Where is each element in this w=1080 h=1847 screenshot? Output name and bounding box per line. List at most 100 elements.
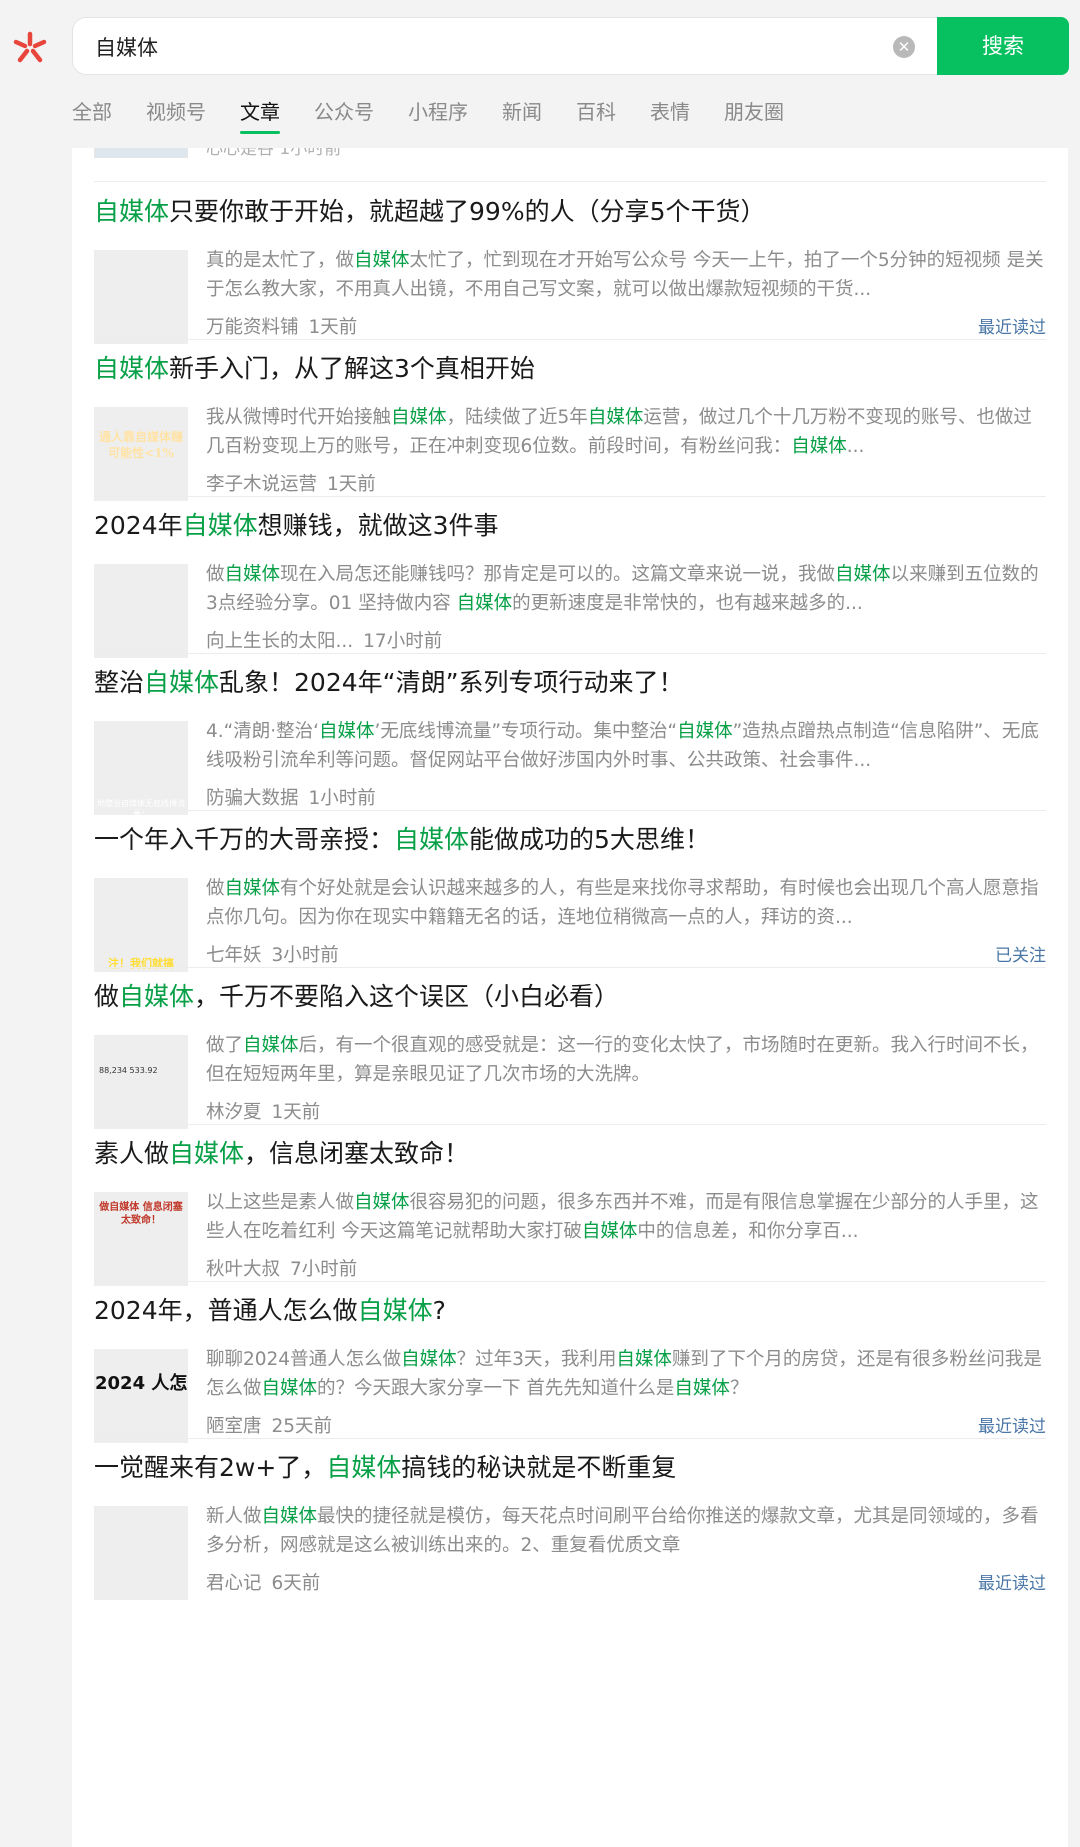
thumbnail-caption: 2024 人怎么做自 [95, 1373, 188, 1394]
keyword-highlight: 自媒体 [94, 197, 170, 226]
text-segment: ？过年3天，我利用 [456, 1349, 617, 1370]
tab-0[interactable]: 全部 [72, 98, 112, 142]
clear-icon[interactable]: ✕ [893, 36, 915, 58]
tab-2[interactable]: 文章 [240, 98, 280, 142]
keyword-highlight: 自媒体 [616, 1349, 672, 1370]
keyword-highlight: 自媒体 [243, 1035, 299, 1056]
tab-4[interactable]: 小程序 [408, 98, 468, 142]
text-segment: 一觉醒来有2w+了， [94, 1453, 327, 1482]
result-thumbnail[interactable] [94, 564, 188, 658]
result-source[interactable]: 七年妖 [206, 945, 262, 966]
result-title[interactable]: 一个年入千万的大哥亲授：自媒体能做成功的5大思维！ [94, 822, 710, 858]
keyword-highlight: 自媒体 [791, 436, 847, 457]
result-thumbnail[interactable] [94, 1506, 188, 1600]
text-segment: 能做成功的5大思维！ [469, 825, 710, 854]
result-tag[interactable]: 最近读过 [978, 1413, 1046, 1441]
tab-5[interactable]: 新闻 [502, 98, 542, 142]
thumbnail-caption: 通人靠自媒体赚 可能性<1% [98, 430, 183, 460]
keyword-highlight: 自媒体 [587, 407, 644, 428]
tab-7[interactable]: 表情 [650, 98, 690, 142]
text-segment: 一个年入千万的大哥亲授： [94, 825, 395, 854]
result-source[interactable]: 向上生长的太阳... [206, 631, 353, 652]
text-segment: ，千万不要陷入这个误区（小白必看） [194, 982, 620, 1011]
text-segment: 搞钱的秘诀就是不断重复 [401, 1453, 677, 1482]
result-time: 6天前 [271, 1573, 321, 1594]
result-title[interactable]: 2024年，普通人怎么做自媒体? [94, 1293, 446, 1329]
search-button[interactable]: 搜索 [937, 17, 1069, 75]
text-segment: 素人做 [94, 1139, 170, 1168]
result-source[interactable]: 君心记 [206, 1573, 262, 1594]
tab-3[interactable]: 公众号 [314, 98, 374, 142]
result-thumbnail[interactable] [94, 148, 188, 158]
result-snippet: 真的是太忙了，做自媒体太忙了，忙到现在才开始写公众号 今天一上午，拍了一个5分钟… [206, 246, 1046, 304]
result-meta: 七年妖 3小时前 [206, 942, 339, 970]
result-title[interactable]: 做自媒体，千万不要陷入这个误区（小白必看） [94, 979, 619, 1015]
result-title[interactable]: 自媒体新手入门，从了解这3个真相开始 [94, 351, 535, 387]
text-segment: 做 [94, 982, 120, 1011]
result-title[interactable]: 自媒体只要你敢于开始，就超越了99%的人（分享5个干货） [94, 194, 766, 230]
result-tag[interactable]: 最近读过 [978, 1570, 1046, 1598]
wechat-search-logo-icon[interactable] [10, 28, 50, 68]
result-source[interactable]: 秋叶大叔 [206, 1259, 280, 1280]
keyword-highlight: 自媒体 [119, 982, 195, 1011]
tab-8[interactable]: 朋友圈 [724, 98, 784, 142]
keyword-highlight: 自媒体 [261, 1378, 318, 1399]
text-segment: 新手入门，从了解这3个真相开始 [169, 354, 535, 383]
result-thumbnail[interactable]: 88,234 533.92 [94, 1035, 188, 1129]
keyword-highlight: 自媒体 [169, 1139, 245, 1168]
text-segment: ？ [729, 1378, 749, 1399]
result-thumbnail[interactable]: 地整治自媒体无底线博流量！ [94, 721, 188, 815]
keyword-highlight: 自媒体 [354, 250, 410, 271]
result-thumbnail[interactable] [94, 250, 188, 344]
result-thumbnail[interactable]: 通人靠自媒体赚 可能性<1% [94, 407, 188, 501]
text-segment: 有个好处就是会认识越来越多的人，有些是来找你寻求帮助，有时候也会出现几个高人愿意… [206, 878, 1039, 928]
result-title[interactable]: 2024年自媒体想赚钱，就做这3件事 [94, 508, 499, 544]
result-time: 1天前 [308, 317, 358, 338]
keyword-highlight: 自媒体 [674, 1378, 730, 1399]
keyword-highlight: 自媒体 [224, 878, 281, 899]
search-header: ✕ 搜索 全部视频号文章公众号小程序新闻百科表情朋友圈 [0, 0, 1080, 148]
result-thumbnail[interactable]: 做自媒体 信息闭塞太致命！ [94, 1192, 188, 1286]
keyword-highlight: 自媒体 [401, 1349, 457, 1370]
tab-1[interactable]: 视频号 [146, 98, 206, 142]
text-segment: 整治 [94, 668, 145, 697]
result-meta: 向上生长的太阳... 17小时前 [206, 628, 442, 656]
tab-6[interactable]: 百科 [576, 98, 616, 142]
result-meta: 君心记 6天前 [206, 1570, 320, 1598]
keyword-highlight: 自媒体 [357, 1296, 433, 1325]
text-segment: 聊聊2024普通人怎么做 [206, 1349, 402, 1370]
result-snippet: 4.“清朗·整治‘自媒体’无底线博流量”专项行动。集中整治“自媒体”造热点蹭热点… [206, 717, 1046, 775]
keyword-highlight: 自媒体 [835, 564, 891, 585]
result-time: 1小时前 [308, 788, 376, 809]
result-thumbnail[interactable]: 注！我们就搞 [94, 878, 188, 972]
text-segment: 真的是太忙了，做 [206, 250, 355, 271]
result-item[interactable]: 一觉醒来有2w+了，自媒体搞钱的秘诀就是不断重复 新人做自媒体最快的捷径就是模仿，… [94, 1438, 1046, 1623]
text-segment: 的更新速度是非常快的，也有越来越多的... [512, 593, 863, 614]
keyword-highlight: 自媒体 [677, 721, 733, 742]
text-segment: ，陆续做了近5年 [446, 407, 588, 428]
keyword-highlight: 自媒体 [94, 354, 170, 383]
result-snippet: 我从微博时代开始接触自媒体，陆续做了近5年自媒体运营，做过几个十几万粉不变现的账… [206, 403, 1046, 461]
thumbnail-caption: 注！我们就搞 [108, 957, 174, 970]
result-source[interactable]: 防骗大数据 [206, 788, 299, 809]
result-title[interactable]: 一觉醒来有2w+了，自媒体搞钱的秘诀就是不断重复 [94, 1450, 676, 1486]
keyword-highlight: 自媒体 [261, 1506, 318, 1527]
result-meta: 陋室唐 25天前 [206, 1413, 332, 1441]
thumbnail-caption: 地整治自媒体无底线博流量！ [97, 799, 185, 815]
text-segment: 想赚钱，就做这3件事 [257, 511, 499, 540]
search-input[interactable] [95, 32, 875, 62]
result-time: 25天前 [271, 1416, 333, 1437]
result-source[interactable]: 林汐夏 [206, 1102, 262, 1123]
result-source[interactable]: 李子木说运营 [206, 474, 317, 495]
result-title[interactable]: 素人做自媒体，信息闭塞太致命！ [94, 1136, 469, 1172]
keyword-highlight: 自媒体 [391, 407, 447, 428]
result-source[interactable]: 万能资料铺 [206, 317, 299, 338]
result-tag[interactable]: 已关注 [995, 942, 1046, 970]
result-meta: 万能资料铺 1天前 [206, 314, 357, 342]
result-source[interactable]: 陋室唐 [206, 1416, 262, 1437]
result-snippet: 做自媒体有个好处就是会认识越来越多的人，有些是来找你寻求帮助，有时候也会出现几个… [206, 874, 1046, 932]
result-tag[interactable]: 最近读过 [978, 314, 1046, 342]
result-snippet: 以上这些是素人做自媒体很容易犯的问题，很多东西并不难，而是有限信息掌握在少部分的… [206, 1188, 1046, 1246]
result-thumbnail[interactable]: 2024 人怎么做自 [94, 1349, 188, 1443]
result-title[interactable]: 整治自媒体乱象！2024年“清朗”系列专项行动来了！ [94, 665, 684, 701]
